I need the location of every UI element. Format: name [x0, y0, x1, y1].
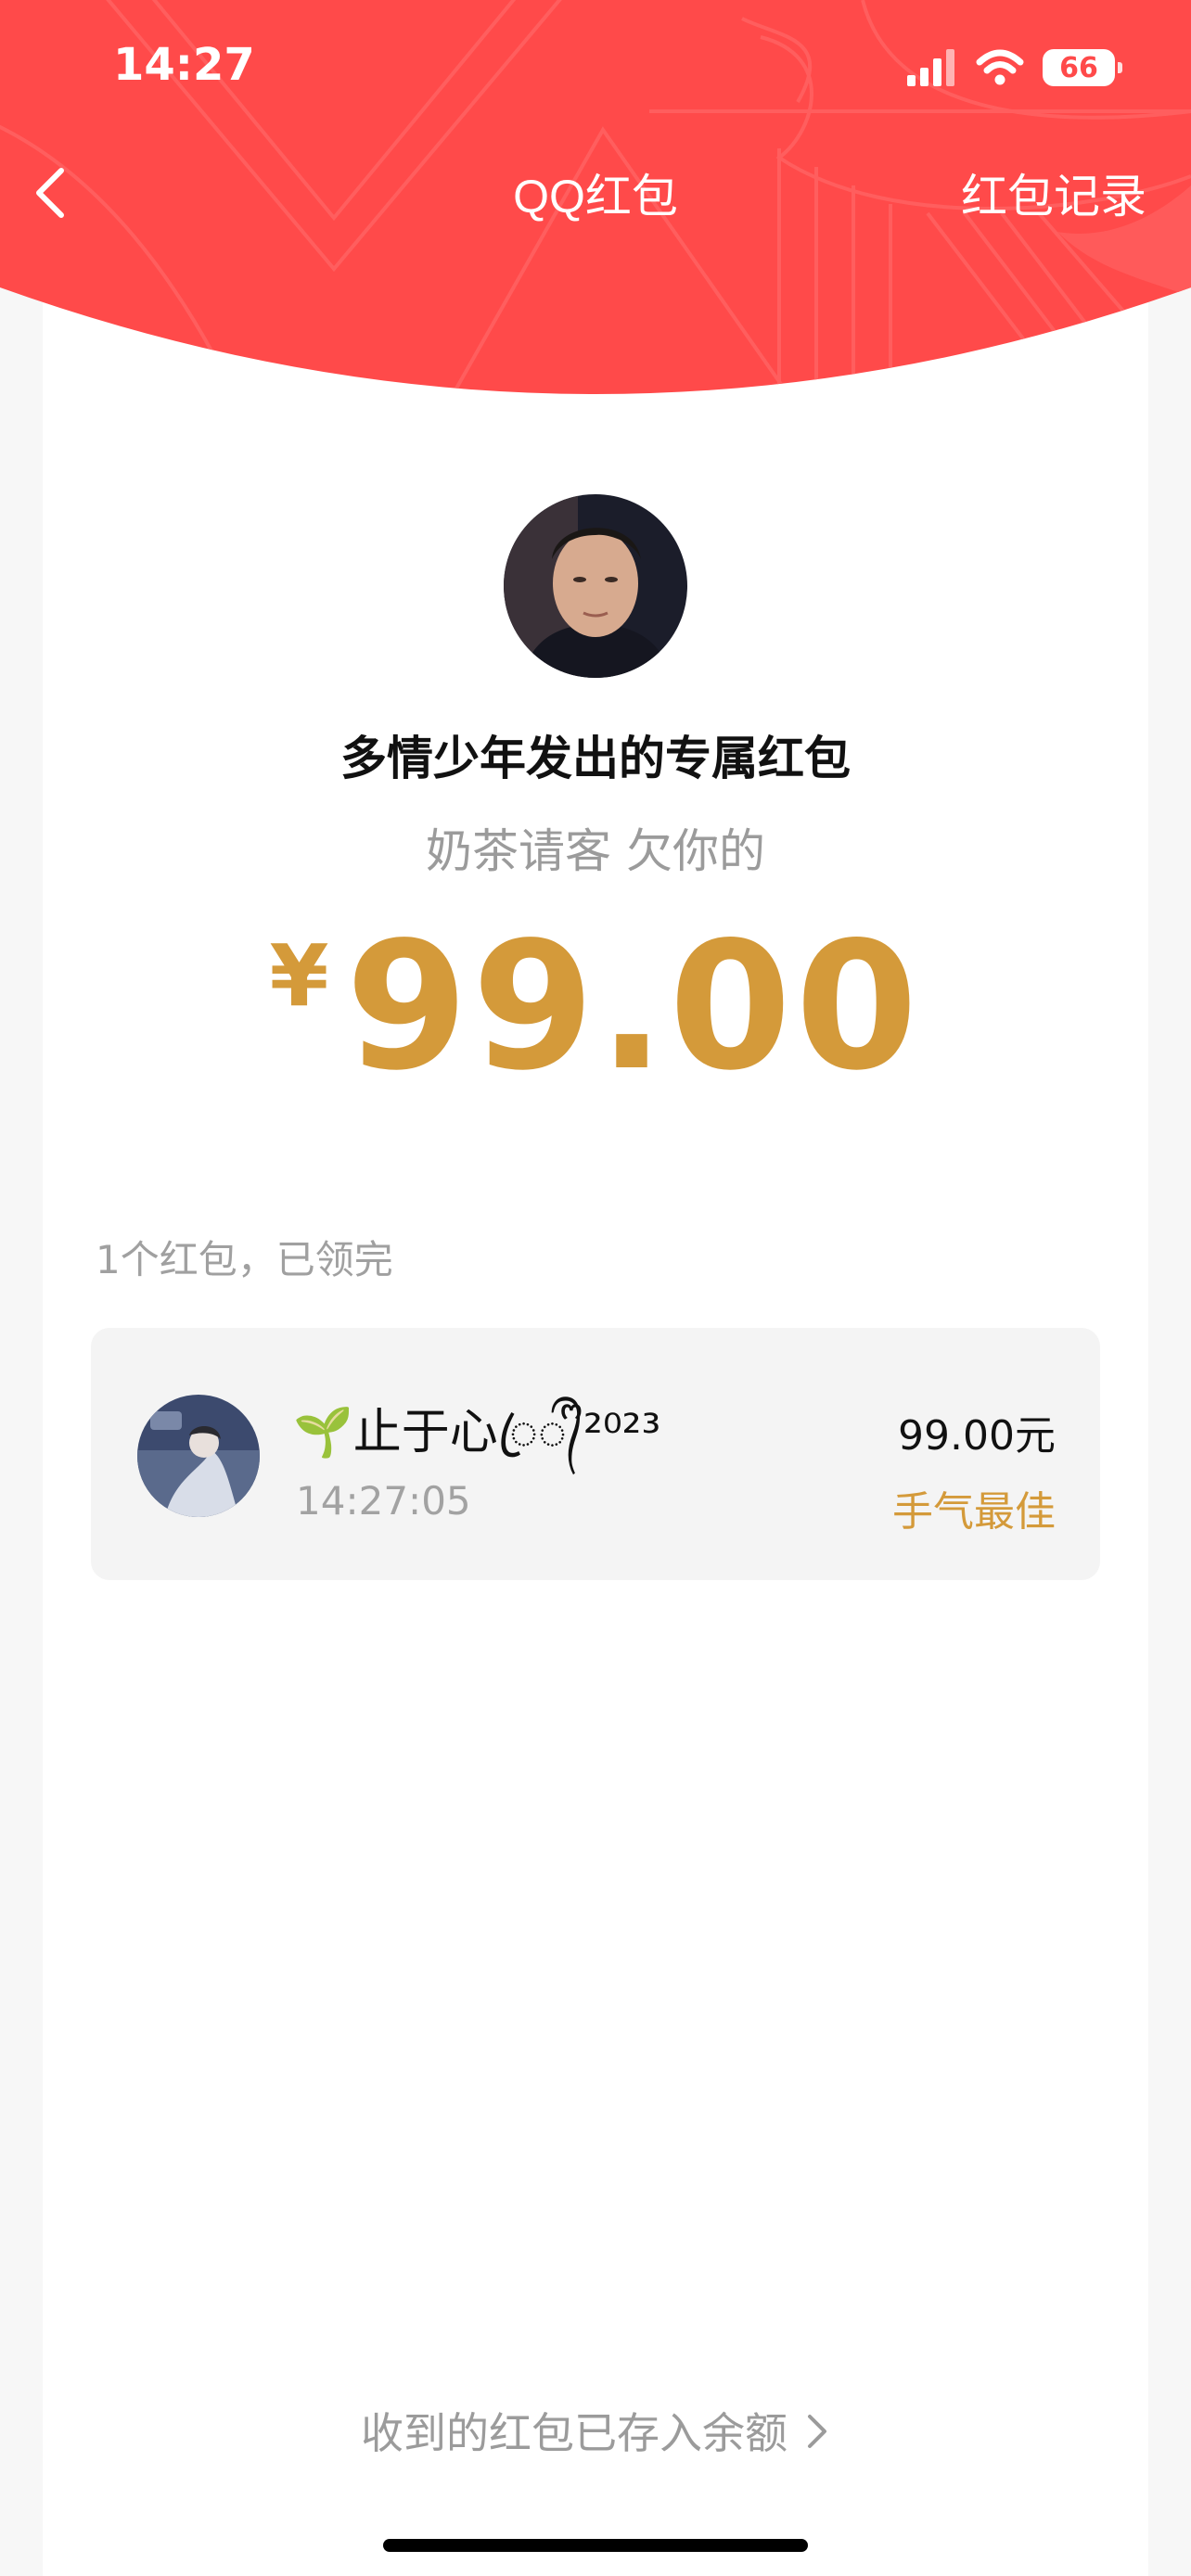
- balance-link-label: 收到的红包已存入余额: [361, 2408, 788, 2458]
- claim-time: 14:27:05: [296, 1478, 471, 1524]
- currency-symbol: ¥: [269, 926, 329, 1026]
- best-luck-badge: 手气最佳: [892, 1488, 1056, 1536]
- sender-title: 多情少年发出的专属红包: [340, 732, 851, 785]
- battery-indicator: 66: [1043, 49, 1122, 86]
- claimer-avatar-image: [137, 1395, 260, 1517]
- claim-amount: 99.00元: [898, 1412, 1056, 1460]
- claimer-avatar[interactable]: [137, 1395, 260, 1517]
- sender-avatar-image: [504, 494, 687, 678]
- claim-record-row[interactable]: 🌱止于心ꦿ᭄ᩚ²⁰²³ 14:27:05 99.00元 手气最佳: [91, 1328, 1100, 1580]
- balance-link[interactable]: 收到的红包已存入余额: [0, 2400, 1191, 2462]
- wifi-icon: [976, 49, 1024, 85]
- packet-history-link[interactable]: 红包记录: [961, 159, 1146, 226]
- chevron-right-icon: [804, 2411, 830, 2462]
- amount-display: ¥99.00: [0, 904, 1191, 1109]
- packet-memo: 奶茶请客 欠你的: [426, 824, 765, 878]
- status-time: 14:27: [113, 39, 255, 91]
- signal-icon: [907, 49, 954, 86]
- status-icons: 66: [907, 45, 1122, 91]
- packet-amount: 99.00: [345, 904, 922, 1109]
- home-indicator: [383, 2539, 808, 2552]
- sender-avatar[interactable]: [504, 494, 687, 678]
- claim-status: 1个红包，已领完: [96, 1237, 393, 1282]
